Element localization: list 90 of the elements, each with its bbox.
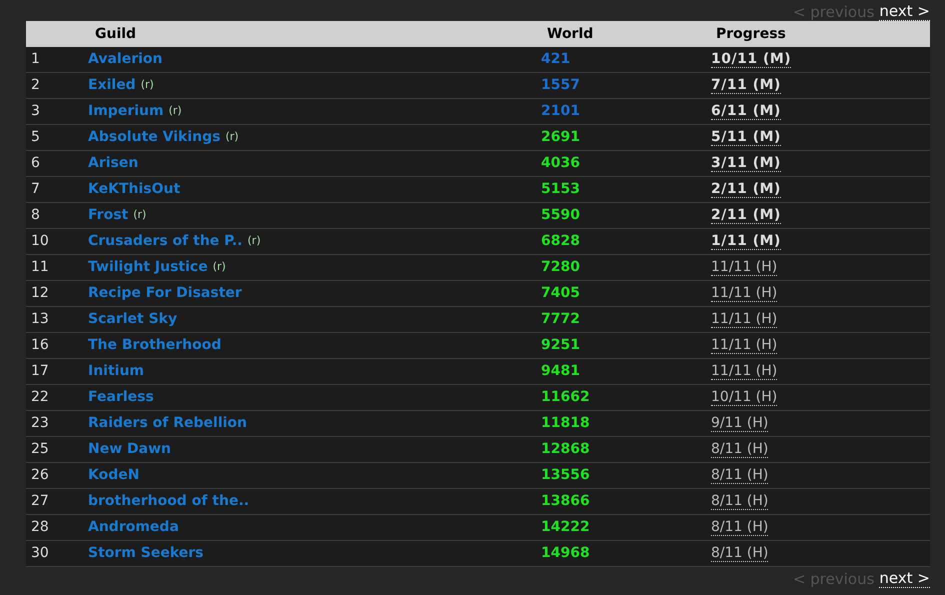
world-rank: 7405 [541,285,580,301]
world-rank: 12868 [541,441,590,457]
progress-text: 11/11 (H) [711,363,778,380]
world-rank: 9481 [541,363,580,379]
progress-text: 8/11 (H) [711,493,768,510]
progress-text: 8/11 (H) [711,441,768,458]
rank-cell-text: 13 [30,310,50,329]
progress-text: 6/11 (M) [711,103,781,120]
next-link[interactable]: next > [879,569,930,588]
world-rank: 9251 [541,337,580,353]
world-rank: 11662 [541,389,590,405]
guild-tag: (r) [168,103,182,120]
rank-cell-text: 10 [30,232,50,251]
world-rank: 421 [541,51,570,67]
column-header: Progress [715,24,786,44]
guild-link[interactable]: Absolute Vikings [88,127,220,148]
progress-text: 11/11 (H) [711,311,778,328]
progress-text: 2/11 (M) [711,207,781,224]
rank-cell-text: 17 [30,362,50,381]
guild-tag: (r) [133,207,146,224]
world-rank: 13866 [541,493,590,509]
guild-link[interactable]: Crusaders of the P.. [88,231,242,252]
progress-text: 10/11 (M) [711,51,792,68]
guild-link[interactable]: Arisen [88,153,138,174]
guild-tag: (r) [140,77,154,94]
world-rank: 4036 [541,155,580,171]
rank-cell-text: 30 [30,544,50,563]
progress-text: 3/11 (M) [711,155,781,172]
guild-link[interactable]: KeKThisOut [88,179,180,200]
rank-cell-text: 16 [30,336,50,355]
rank-cell-text: 28 [30,518,50,537]
guild-tag: (r) [212,259,226,276]
guild-link[interactable]: Frost [88,205,128,226]
world-rank: 7280 [541,259,580,275]
world-rank: 11818 [541,415,590,431]
rank-cell-text: 27 [30,492,50,511]
rank-cell-text: 3 [30,102,41,121]
rank-cell-text: 1 [30,50,41,69]
guild-link[interactable]: KodeN [88,465,140,486]
guild-link[interactable]: Exiled [88,75,136,96]
world-rank: 5153 [541,181,580,197]
guild-link[interactable]: Storm Seekers [88,543,204,564]
rank-cell-text: 12 [30,284,50,303]
progress-text: 9/11 (H) [711,415,768,432]
guild-link[interactable]: Fearless [88,387,154,408]
world-rank: 13556 [541,467,590,483]
progress-text: 8/11 (H) [711,467,768,484]
world-rank: 5590 [541,207,580,223]
world-rank: 7772 [541,311,580,327]
guild-link[interactable]: Twilight Justice [88,257,208,278]
guild-link[interactable]: Avalerion [88,49,162,70]
rank-cell-text: 6 [30,154,41,173]
guild-link[interactable]: Initium [88,361,144,382]
guild-link[interactable]: Recipe For Disaster [88,283,242,304]
progress-text: 10/11 (H) [711,389,778,406]
guild-link[interactable]: Imperium [88,101,164,122]
progress-text: 8/11 (H) [711,545,768,562]
guild-link[interactable]: The Brotherhood [88,335,222,356]
guild-tag: (r) [225,129,239,146]
world-rank: 2691 [541,129,580,145]
rank-cell-text: 22 [30,388,50,407]
rank-cell-text: 2 [30,76,41,95]
guild-link[interactable]: Scarlet Sky [88,309,178,330]
guild-link[interactable]: brotherhood of the.. [88,491,250,512]
rank-cell-text: 7 [30,180,41,199]
guild-link[interactable]: New Dawn [88,439,171,460]
progress-text: 5/11 (M) [711,129,781,146]
progress-text: 2/11 (M) [711,181,781,198]
world-rank: 1557 [541,77,580,93]
progress-text: 1/11 (M) [711,233,781,250]
rank-cell-text: 5 [30,128,41,147]
rank-cell-text: 11 [30,258,50,277]
world-rank: 2101 [541,103,580,119]
progress-text: 11/11 (H) [711,259,778,276]
rank-cell-text: 26 [30,466,50,485]
world-rank: 6828 [541,233,580,249]
world-rank: 14968 [541,545,590,561]
progress-text: 11/11 (H) [711,285,778,302]
rank-cell-text: 8 [30,206,41,225]
column-header: World [546,24,594,44]
progress-text: 11/11 (H) [711,337,778,354]
guild-link[interactable]: Andromeda [88,517,179,538]
rank-cell-text: 25 [30,440,50,459]
guild-link[interactable]: Raiders of Rebellion [88,413,248,434]
column-header: Guild [94,24,138,44]
progress-text: 7/11 (M) [711,77,781,94]
guild-tag: (r) [248,233,261,250]
world-rank: 14222 [541,519,590,535]
progress-text: 8/11 (H) [711,519,768,536]
rank-cell-text: 23 [30,414,50,433]
